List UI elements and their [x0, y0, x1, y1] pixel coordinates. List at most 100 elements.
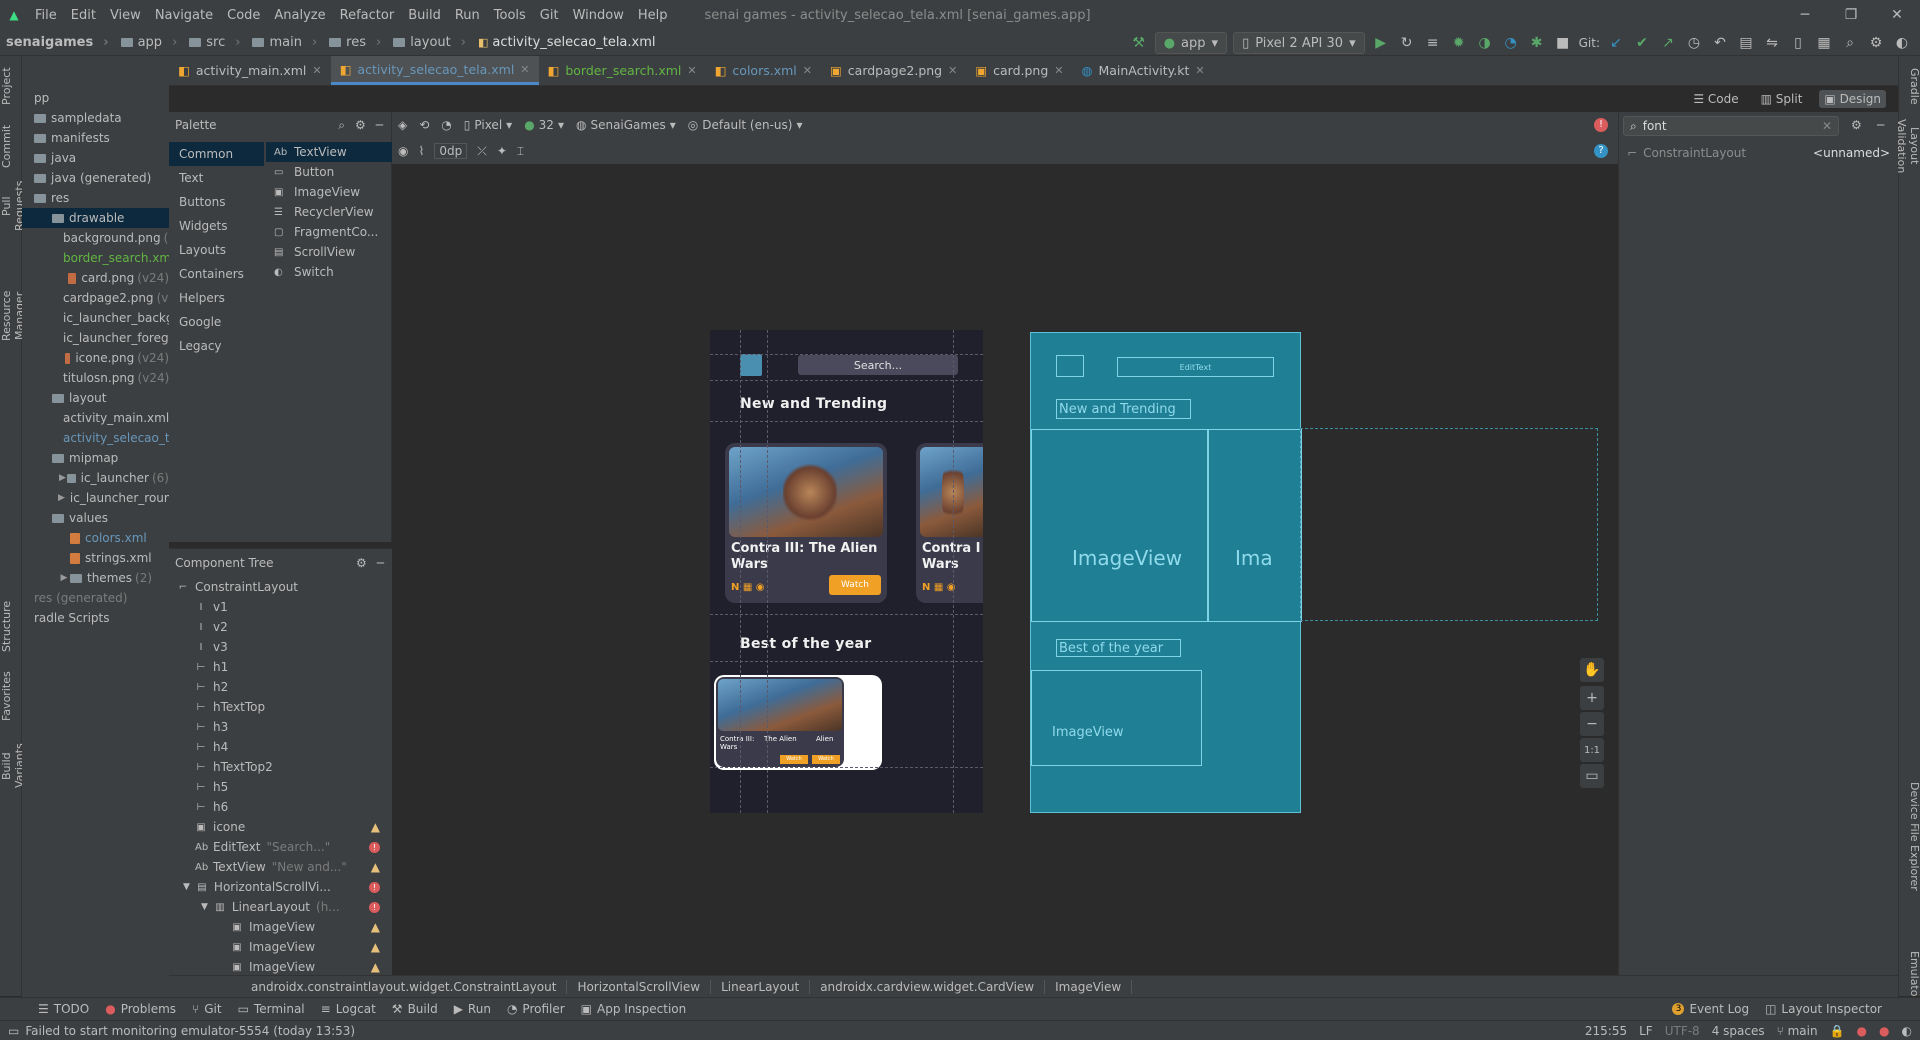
design-preview[interactable]: Search... New and Trending Contra III: T… [710, 330, 983, 813]
breadcrumb-item[interactable]: app › [115, 35, 184, 50]
editor-tab[interactable]: ◍ MainActivity.kt ✕ [1073, 56, 1214, 85]
tool-window-logcat[interactable]: ≡ Logcat [313, 1002, 384, 1016]
palette-category[interactable]: Common [169, 142, 264, 166]
game-card-partial[interactable]: Contra I Wars N ▦ ◉ [916, 443, 983, 603]
night-mode-icon[interactable]: ◔ [441, 118, 451, 132]
chevron-right-icon[interactable]: ▶ [58, 573, 70, 583]
component-tree-item[interactable]: ▣ ImageView ▲ [169, 937, 392, 957]
breadcrumb-item[interactable]: main › [246, 35, 323, 50]
file-encoding[interactable]: UTF-8 [1665, 1024, 1700, 1038]
tool-window-terminal[interactable]: ▭ Terminal [230, 1002, 313, 1016]
editor-tab[interactable]: ▣ card.png ✕ [966, 56, 1072, 85]
design-canvas[interactable]: Search... New and Trending Contra III: T… [392, 164, 1618, 975]
tool-window-layout-inspector[interactable]: ◫ Layout Inspector [1757, 1002, 1890, 1016]
palette-item[interactable]: Ab TextView [266, 142, 392, 162]
component-tree-item[interactable]: ⊢ h5 [169, 777, 392, 797]
tool-window-run[interactable]: ▶ Run [446, 1002, 499, 1016]
palette-category[interactable]: Google [169, 310, 264, 334]
palette-item[interactable]: ▭ Button [266, 162, 392, 182]
project-tree-item[interactable]: icone.png (v24) [22, 348, 169, 368]
project-tree-item[interactable]: radle Scripts [22, 608, 169, 628]
component-tree-item[interactable]: ⊢ h3 [169, 717, 392, 737]
project-tree-item[interactable]: ▶ themes (2) [22, 568, 169, 588]
breadcrumb-item[interactable]: ◧ activity_selecao_tela.xml [472, 35, 662, 50]
palette-category[interactable]: Layouts [169, 238, 264, 262]
sdk-manager-icon[interactable]: ▦ [1814, 33, 1834, 53]
component-tree-item[interactable]: ▼ ▥ LinearLayout (h...! [169, 897, 392, 917]
settings-icon[interactable]: ⚙ [1866, 33, 1886, 53]
close-tab-icon[interactable]: ✕ [312, 64, 321, 77]
palette-category[interactable]: Buttons [169, 190, 264, 214]
project-tree-item[interactable]: res [22, 188, 169, 208]
component-tree-item[interactable]: ⊢ hTextTop2 [169, 757, 392, 777]
error-icon[interactable]: ! [369, 901, 380, 913]
palette-item[interactable]: ▢ FragmentCo... [266, 222, 392, 242]
chevron-right-icon[interactable]: ▶ [58, 493, 65, 503]
autoconnect-icon[interactable]: ⌇ [418, 144, 424, 158]
status-window-icon[interactable]: ▭ [8, 1024, 19, 1038]
tool-tab-build-variants[interactable]: Build Variants [0, 736, 26, 796]
component-breadcrumb-item[interactable]: HorizontalScrollView [567, 979, 712, 994]
line-separator[interactable]: LF [1639, 1024, 1653, 1038]
minimize-panel-icon[interactable]: ─ [1877, 118, 1884, 132]
mini-watch-button[interactable]: Watch [780, 755, 808, 764]
component-tree-item[interactable]: ⊢ h4 [169, 737, 392, 757]
palette-category[interactable]: Helpers [169, 286, 264, 310]
component-breadcrumb-item[interactable]: ImageView [1045, 979, 1133, 994]
close-tab-icon[interactable]: ✕ [1054, 64, 1063, 77]
menu-item-navigate[interactable]: Navigate [148, 8, 220, 23]
tool-window-git[interactable]: ⑂ Git [184, 1002, 230, 1016]
tool-tab-gradle[interactable]: Gradle [1899, 56, 1920, 116]
guideline-h1[interactable] [710, 354, 983, 355]
component-tree-item[interactable]: ⌐ ConstraintLayout [169, 577, 392, 597]
maximize-icon[interactable]: ❐ [1828, 0, 1874, 30]
palette-category[interactable]: Containers [169, 262, 264, 286]
gear-icon[interactable]: ⚙ [355, 118, 366, 132]
tool-tab-layout-validation[interactable]: Layout Validation [1895, 116, 1920, 176]
search-icon[interactable]: ⌕ [338, 118, 345, 133]
close-icon[interactable]: ✕ [1874, 0, 1920, 30]
tool-tab-device-file-explorer[interactable]: Device File Explorer [1899, 776, 1920, 896]
guideline-h2[interactable] [710, 380, 983, 381]
design-mode-button[interactable]: ▣ Design [1819, 90, 1886, 108]
attach-debugger-icon[interactable]: ◔ [1501, 33, 1521, 53]
project-tree-item[interactable]: activity_selecao_tel [22, 428, 169, 448]
tool-window-app-inspection[interactable]: ▣ App Inspection [573, 1002, 695, 1016]
component-tree-item[interactable]: ⊢ h2 [169, 677, 392, 697]
close-tab-icon[interactable]: ✕ [948, 64, 957, 77]
component-breadcrumb-item[interactable]: androidx.constraintlayout.widget.Constra… [241, 979, 568, 994]
tool-tab-commit[interactable]: Commit [0, 116, 22, 176]
project-tree-item[interactable]: colors.xml [22, 528, 169, 548]
project-tree-item[interactable]: titulosn.png (v24) [22, 368, 169, 388]
orientation-icon[interactable]: ⟲ [419, 118, 429, 132]
indent-setting[interactable]: 4 spaces [1712, 1024, 1765, 1038]
component-tree-item[interactable]: ⊢ hTextTop [169, 697, 392, 717]
project-tree-item[interactable]: pp [22, 88, 169, 108]
tool-window-problems[interactable]: ● Problems [97, 1002, 184, 1016]
component-tree-item[interactable]: ▣ icone ▲ [169, 817, 392, 837]
tool-tab-favorites[interactable]: Favorites [0, 666, 22, 726]
blueprint-preview[interactable]: EditText New and Trending ImageView Ima … [1030, 332, 1302, 813]
menu-item-edit[interactable]: Edit [64, 8, 103, 23]
project-tree-item[interactable]: sampledata [22, 108, 169, 128]
menu-item-run[interactable]: Run [448, 8, 487, 23]
warning-icon[interactable]: ▲ [371, 940, 380, 954]
zoom-out-icon[interactable]: − [1580, 712, 1604, 736]
breadcrumb-item[interactable]: senaigames › [0, 35, 115, 50]
attributes-search-input[interactable]: ⌕ font ✕ [1623, 116, 1839, 136]
menu-item-code[interactable]: Code [220, 8, 267, 23]
git-commit-icon[interactable]: ✔ [1632, 33, 1652, 53]
guideline-v2[interactable] [767, 330, 768, 813]
memory-indicator-icon[interactable]: ◐ [1902, 1024, 1912, 1038]
zoom-actual-size-icon[interactable]: 1:1 [1580, 738, 1604, 762]
guideline-v1[interactable] [740, 330, 741, 813]
project-tree-item[interactable]: activity_main.xml [22, 408, 169, 428]
search-everywhere-icon[interactable]: ⌕ [1840, 33, 1860, 53]
error-icon[interactable]: ! [369, 841, 380, 853]
component-tree-item[interactable]: ▣ ImageView ▲ [169, 917, 392, 937]
chevron-right-icon[interactable]: ▶ [58, 473, 67, 483]
project-tree-item[interactable]: ic_launcher_foregr [22, 328, 169, 348]
project-tree-item[interactable]: java [22, 148, 169, 168]
project-tree-item[interactable]: mipmap [22, 448, 169, 468]
tool-window-profiler[interactable]: ◔ Profiler [499, 1002, 573, 1016]
